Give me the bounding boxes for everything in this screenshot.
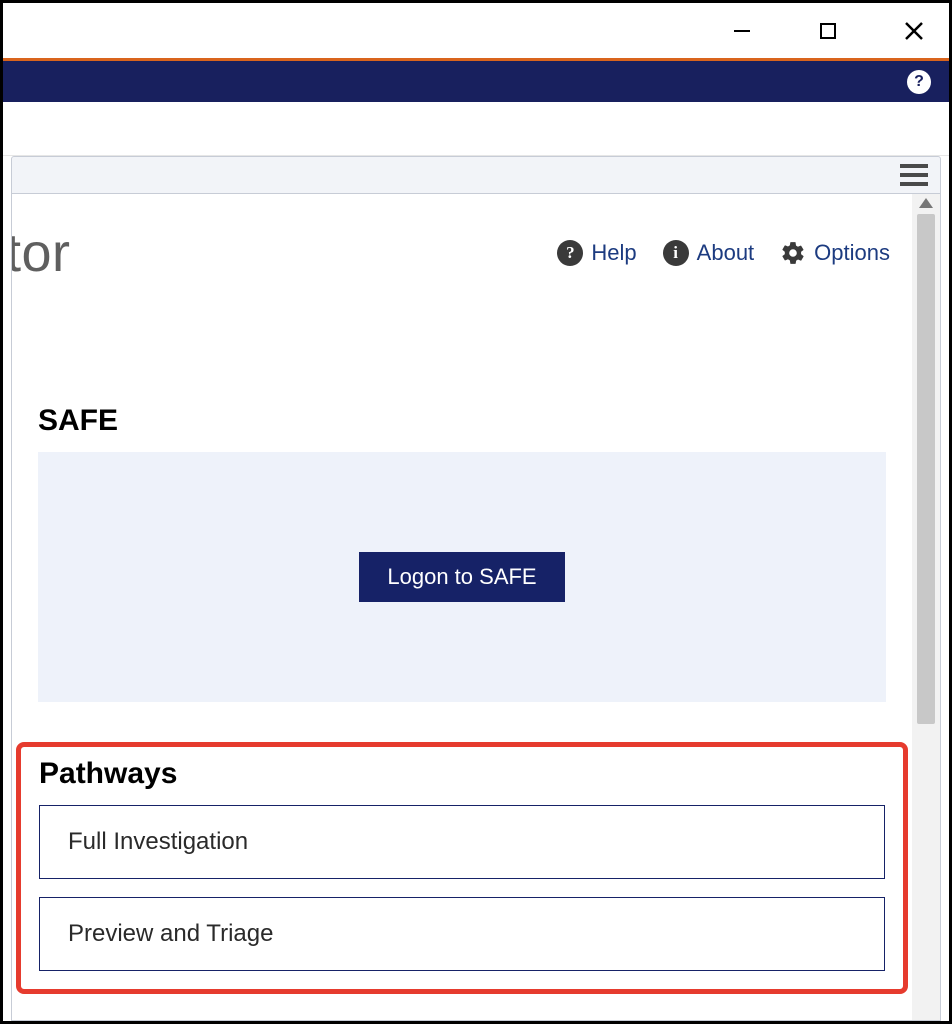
toolbar-strip: [11, 156, 941, 194]
question-icon: ?: [557, 240, 583, 266]
app-header-bar: ?: [3, 58, 949, 102]
about-link[interactable]: i About: [663, 240, 755, 266]
scrollbar-thumb[interactable]: [917, 214, 935, 724]
pathways-heading: Pathways: [39, 757, 885, 791]
minimize-button[interactable]: [719, 8, 765, 54]
pathways-section: Pathways Full Investigation Preview and …: [16, 742, 908, 994]
pathway-full-investigation[interactable]: Full Investigation: [39, 805, 885, 879]
title-actions: ? Help i About Options: [557, 240, 890, 266]
title-row: tor ? Help i About: [12, 204, 912, 314]
maximize-button[interactable]: [805, 8, 851, 54]
header-help-icon[interactable]: ?: [907, 70, 931, 94]
help-link[interactable]: ? Help: [557, 240, 636, 266]
options-link[interactable]: Options: [780, 240, 890, 266]
logon-safe-button[interactable]: Logon to SAFE: [359, 552, 564, 602]
vertical-scrollbar[interactable]: [912, 194, 940, 1020]
info-icon: i: [663, 240, 689, 266]
safe-heading: SAFE: [38, 404, 886, 438]
options-label: Options: [814, 240, 890, 266]
titlebar: [3, 3, 949, 58]
content-wrap: tor ? Help i About: [11, 194, 941, 1021]
about-label: About: [697, 240, 755, 266]
pathway-preview-triage[interactable]: Preview and Triage: [39, 897, 885, 971]
app-window: ? tor ? Help i About: [0, 0, 952, 1024]
safe-section: SAFE Logon to SAFE: [12, 314, 912, 702]
hamburger-menu-icon[interactable]: [900, 164, 928, 186]
gear-icon: [780, 240, 806, 266]
close-button[interactable]: [891, 8, 937, 54]
help-label: Help: [591, 240, 636, 266]
sub-header-strip: [3, 102, 949, 156]
scroll-up-icon[interactable]: [919, 198, 933, 208]
page-title: tor: [12, 222, 71, 284]
safe-panel: Logon to SAFE: [38, 452, 886, 702]
content-scroll: tor ? Help i About: [12, 194, 912, 1020]
